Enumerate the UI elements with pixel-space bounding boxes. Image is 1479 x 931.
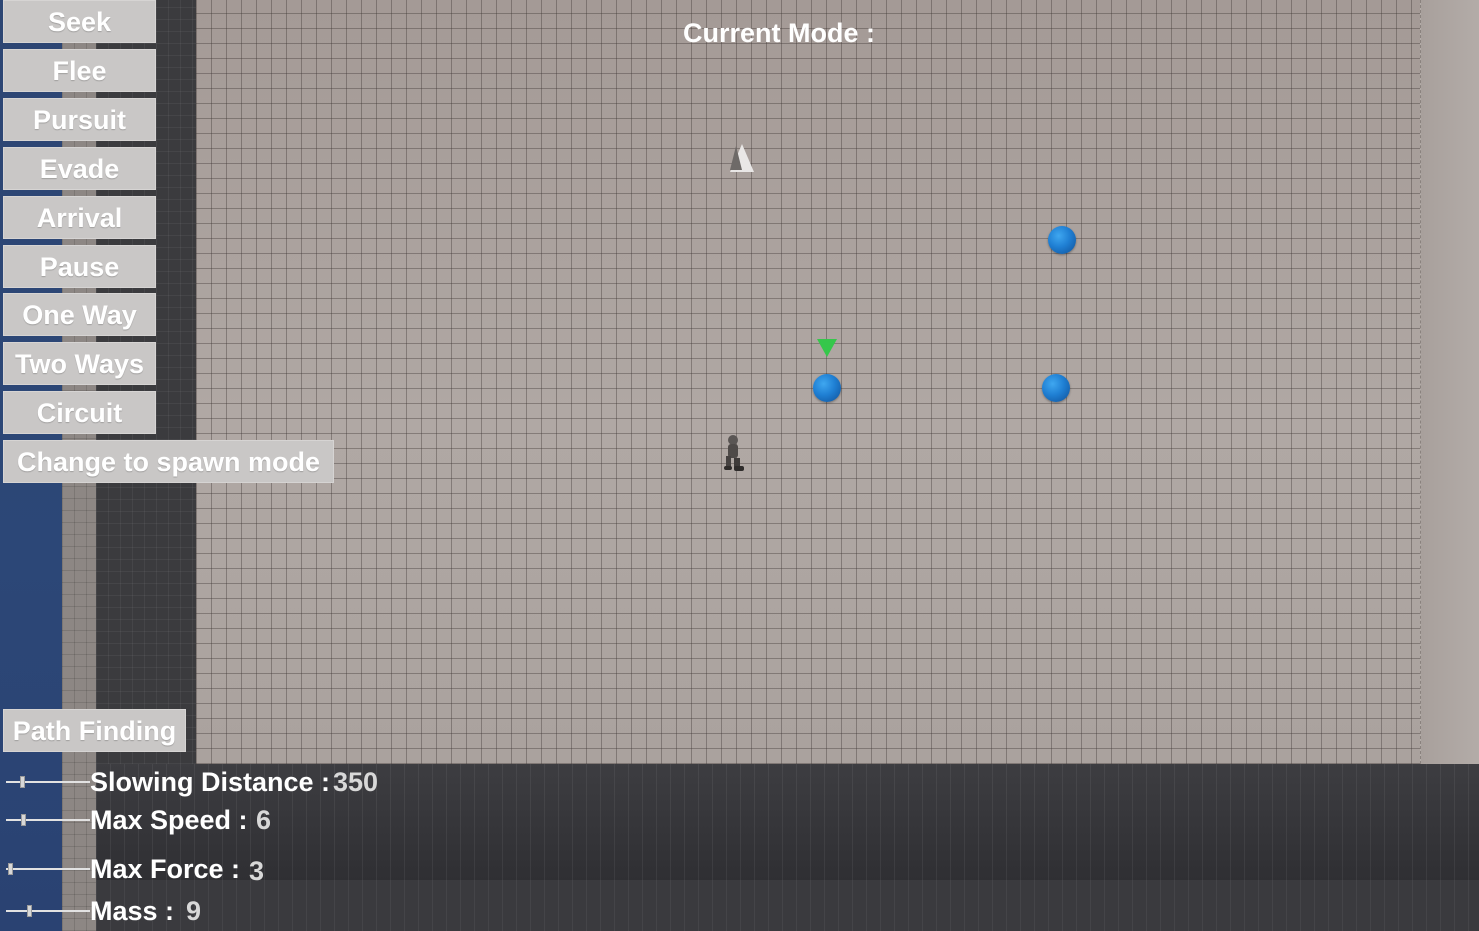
green-arrow-marker (817, 339, 837, 357)
spawn-mode-button[interactable]: Change to spawn mode (3, 440, 334, 483)
mass-value: 9 (186, 896, 202, 926)
waypoint-orb (1048, 226, 1076, 254)
current-mode-text: Current Mode : (683, 18, 875, 48)
max-force-slider-thumb[interactable] (8, 863, 13, 875)
slowing-distance-value: 350 (333, 767, 379, 797)
evade-button[interactable]: Evade (3, 147, 156, 190)
flee-button[interactable]: Flee (3, 49, 156, 92)
max-speed-slider-thumb[interactable] (21, 814, 26, 826)
pause-button[interactable]: Pause (3, 245, 156, 288)
arrival-button[interactable]: Arrival (3, 196, 156, 239)
right-wall (1420, 0, 1479, 764)
max-speed-label: Max Speed : (90, 805, 248, 835)
mass-slider-thumb[interactable] (27, 905, 32, 917)
slowing-distance-slider[interactable] (6, 781, 90, 783)
max-force-label: Max Force : (90, 854, 241, 884)
slowing-distance-label: Slowing Distance : (90, 767, 331, 797)
seek-button[interactable]: Seek (3, 0, 156, 43)
slowing-distance-slider-thumb[interactable] (20, 776, 25, 788)
mass-label: Mass : (90, 896, 175, 926)
circuit-button[interactable]: Circuit (3, 391, 156, 434)
grid-floor[interactable] (196, 0, 1420, 764)
bottom-wall-edge (96, 880, 1479, 931)
character-agent (724, 435, 744, 471)
cone-shadow (730, 146, 742, 170)
path-finding-button[interactable]: Path Finding (3, 709, 186, 752)
waypoint-orb (813, 374, 841, 402)
max-force-slider[interactable] (6, 868, 90, 870)
one-way-button[interactable]: One Way (3, 293, 156, 336)
mass-slider[interactable] (6, 910, 90, 912)
max-speed-slider[interactable] (6, 819, 90, 821)
current-mode-label: Current Mode : (683, 18, 883, 49)
max-force-value: 3 (249, 856, 265, 886)
waypoint-orb (1042, 374, 1070, 402)
pursuit-button[interactable]: Pursuit (3, 98, 156, 141)
two-ways-button[interactable]: Two Ways (3, 342, 156, 385)
max-speed-value: 6 (256, 805, 272, 835)
